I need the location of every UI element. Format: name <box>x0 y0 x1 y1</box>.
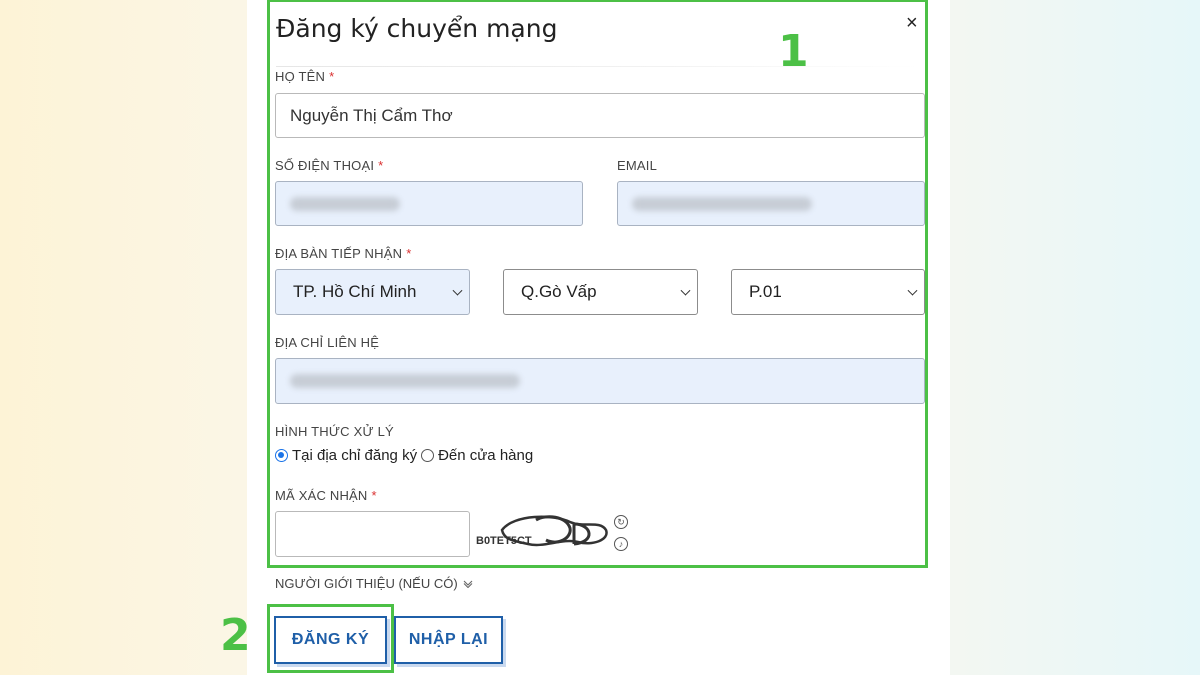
area-label: ĐỊA BÀN TIẾP NHẬN * <box>275 246 412 261</box>
title-divider <box>276 66 920 67</box>
radio-at-store[interactable] <box>421 449 435 462</box>
district-select[interactable]: Q.Gò Vấp <box>503 269 698 315</box>
chevron-down-icon <box>463 580 473 589</box>
address-label: ĐỊA CHỈ LIÊN HỆ <box>275 335 380 350</box>
email-field[interactable] <box>617 181 925 226</box>
radio-at-store-label[interactable]: Đến cửa hàng <box>438 447 533 464</box>
ward-select[interactable]: P.01 <box>731 269 925 315</box>
radio-at-address[interactable] <box>275 449 288 462</box>
district-select-value: Q.Gò Vấp <box>521 282 597 301</box>
phone-label: SỐ ĐIỆN THOẠI * <box>275 158 384 173</box>
annotation-step-2: 2 <box>220 610 251 661</box>
email-blurred-value <box>632 196 812 211</box>
captcha-label: MÃ XÁC NHẬN * <box>275 488 377 503</box>
province-select[interactable]: TP. Hồ Chí Minh <box>275 269 470 315</box>
email-label: EMAIL <box>617 158 658 173</box>
ward-select-value: P.01 <box>749 282 782 301</box>
step2-highlight-frame <box>267 604 394 673</box>
close-icon[interactable]: × <box>906 12 918 35</box>
method-label: HÌNH THỨC XỬ LÝ <box>275 424 394 439</box>
name-field[interactable]: Nguyễn Thị Cẩm Thơ <box>275 93 925 138</box>
name-label: HỌ TÊN * <box>275 69 335 84</box>
form-title: Đăng ký chuyển mạng <box>276 14 558 43</box>
captcha-input[interactable] <box>275 511 470 557</box>
phone-field[interactable] <box>275 181 583 226</box>
method-radio-group: Tại địa chỉ đăng ký Đến cửa hàng <box>275 447 533 464</box>
phone-blurred-value <box>290 196 400 211</box>
annotation-step-1: 1 <box>778 26 809 77</box>
name-field-value: Nguyễn Thị Cẩm Thơ <box>290 105 453 125</box>
province-select-value: TP. Hồ Chí Minh <box>293 282 417 301</box>
audio-icon[interactable]: ♪ <box>614 537 628 551</box>
captcha-image-text: B0TET5CT <box>476 535 532 547</box>
refresh-icon[interactable]: ↻ <box>614 515 628 529</box>
chevron-down-icon <box>907 285 918 296</box>
radio-at-address-label[interactable]: Tại địa chỉ đăng ký <box>292 447 417 464</box>
address-blurred-value <box>290 374 520 388</box>
referrer-label: NGƯỜI GIỚI THIỆU (NẾU CÓ) <box>275 576 458 591</box>
address-textarea[interactable] <box>275 358 925 404</box>
referrer-toggle[interactable]: NGƯỜI GIỚI THIỆU (NẾU CÓ) <box>275 576 473 591</box>
reset-button[interactable]: NHẬP LẠI <box>394 616 503 664</box>
chevron-down-icon <box>680 285 691 296</box>
chevron-down-icon <box>452 285 463 296</box>
captcha-image: B0TET5CT <box>476 515 608 547</box>
